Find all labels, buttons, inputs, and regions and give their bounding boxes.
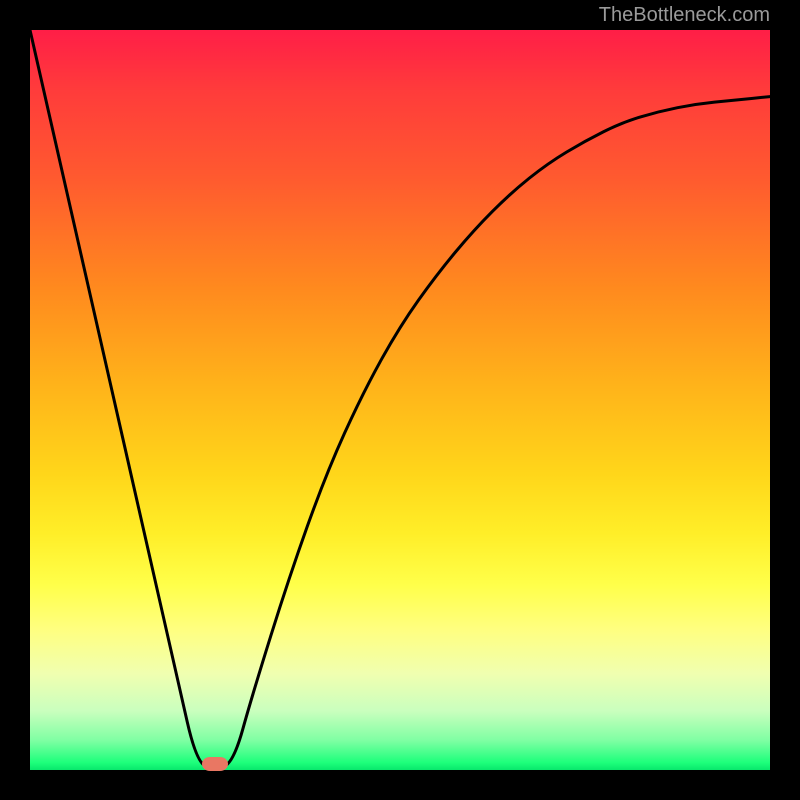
watermark-text: TheBottleneck.com <box>599 4 770 27</box>
optimal-point-marker <box>202 757 228 771</box>
chart-frame: TheBottleneck.com <box>0 0 800 800</box>
bottleneck-curve <box>30 30 770 768</box>
plot-area <box>30 30 770 770</box>
curve-svg <box>30 30 770 770</box>
